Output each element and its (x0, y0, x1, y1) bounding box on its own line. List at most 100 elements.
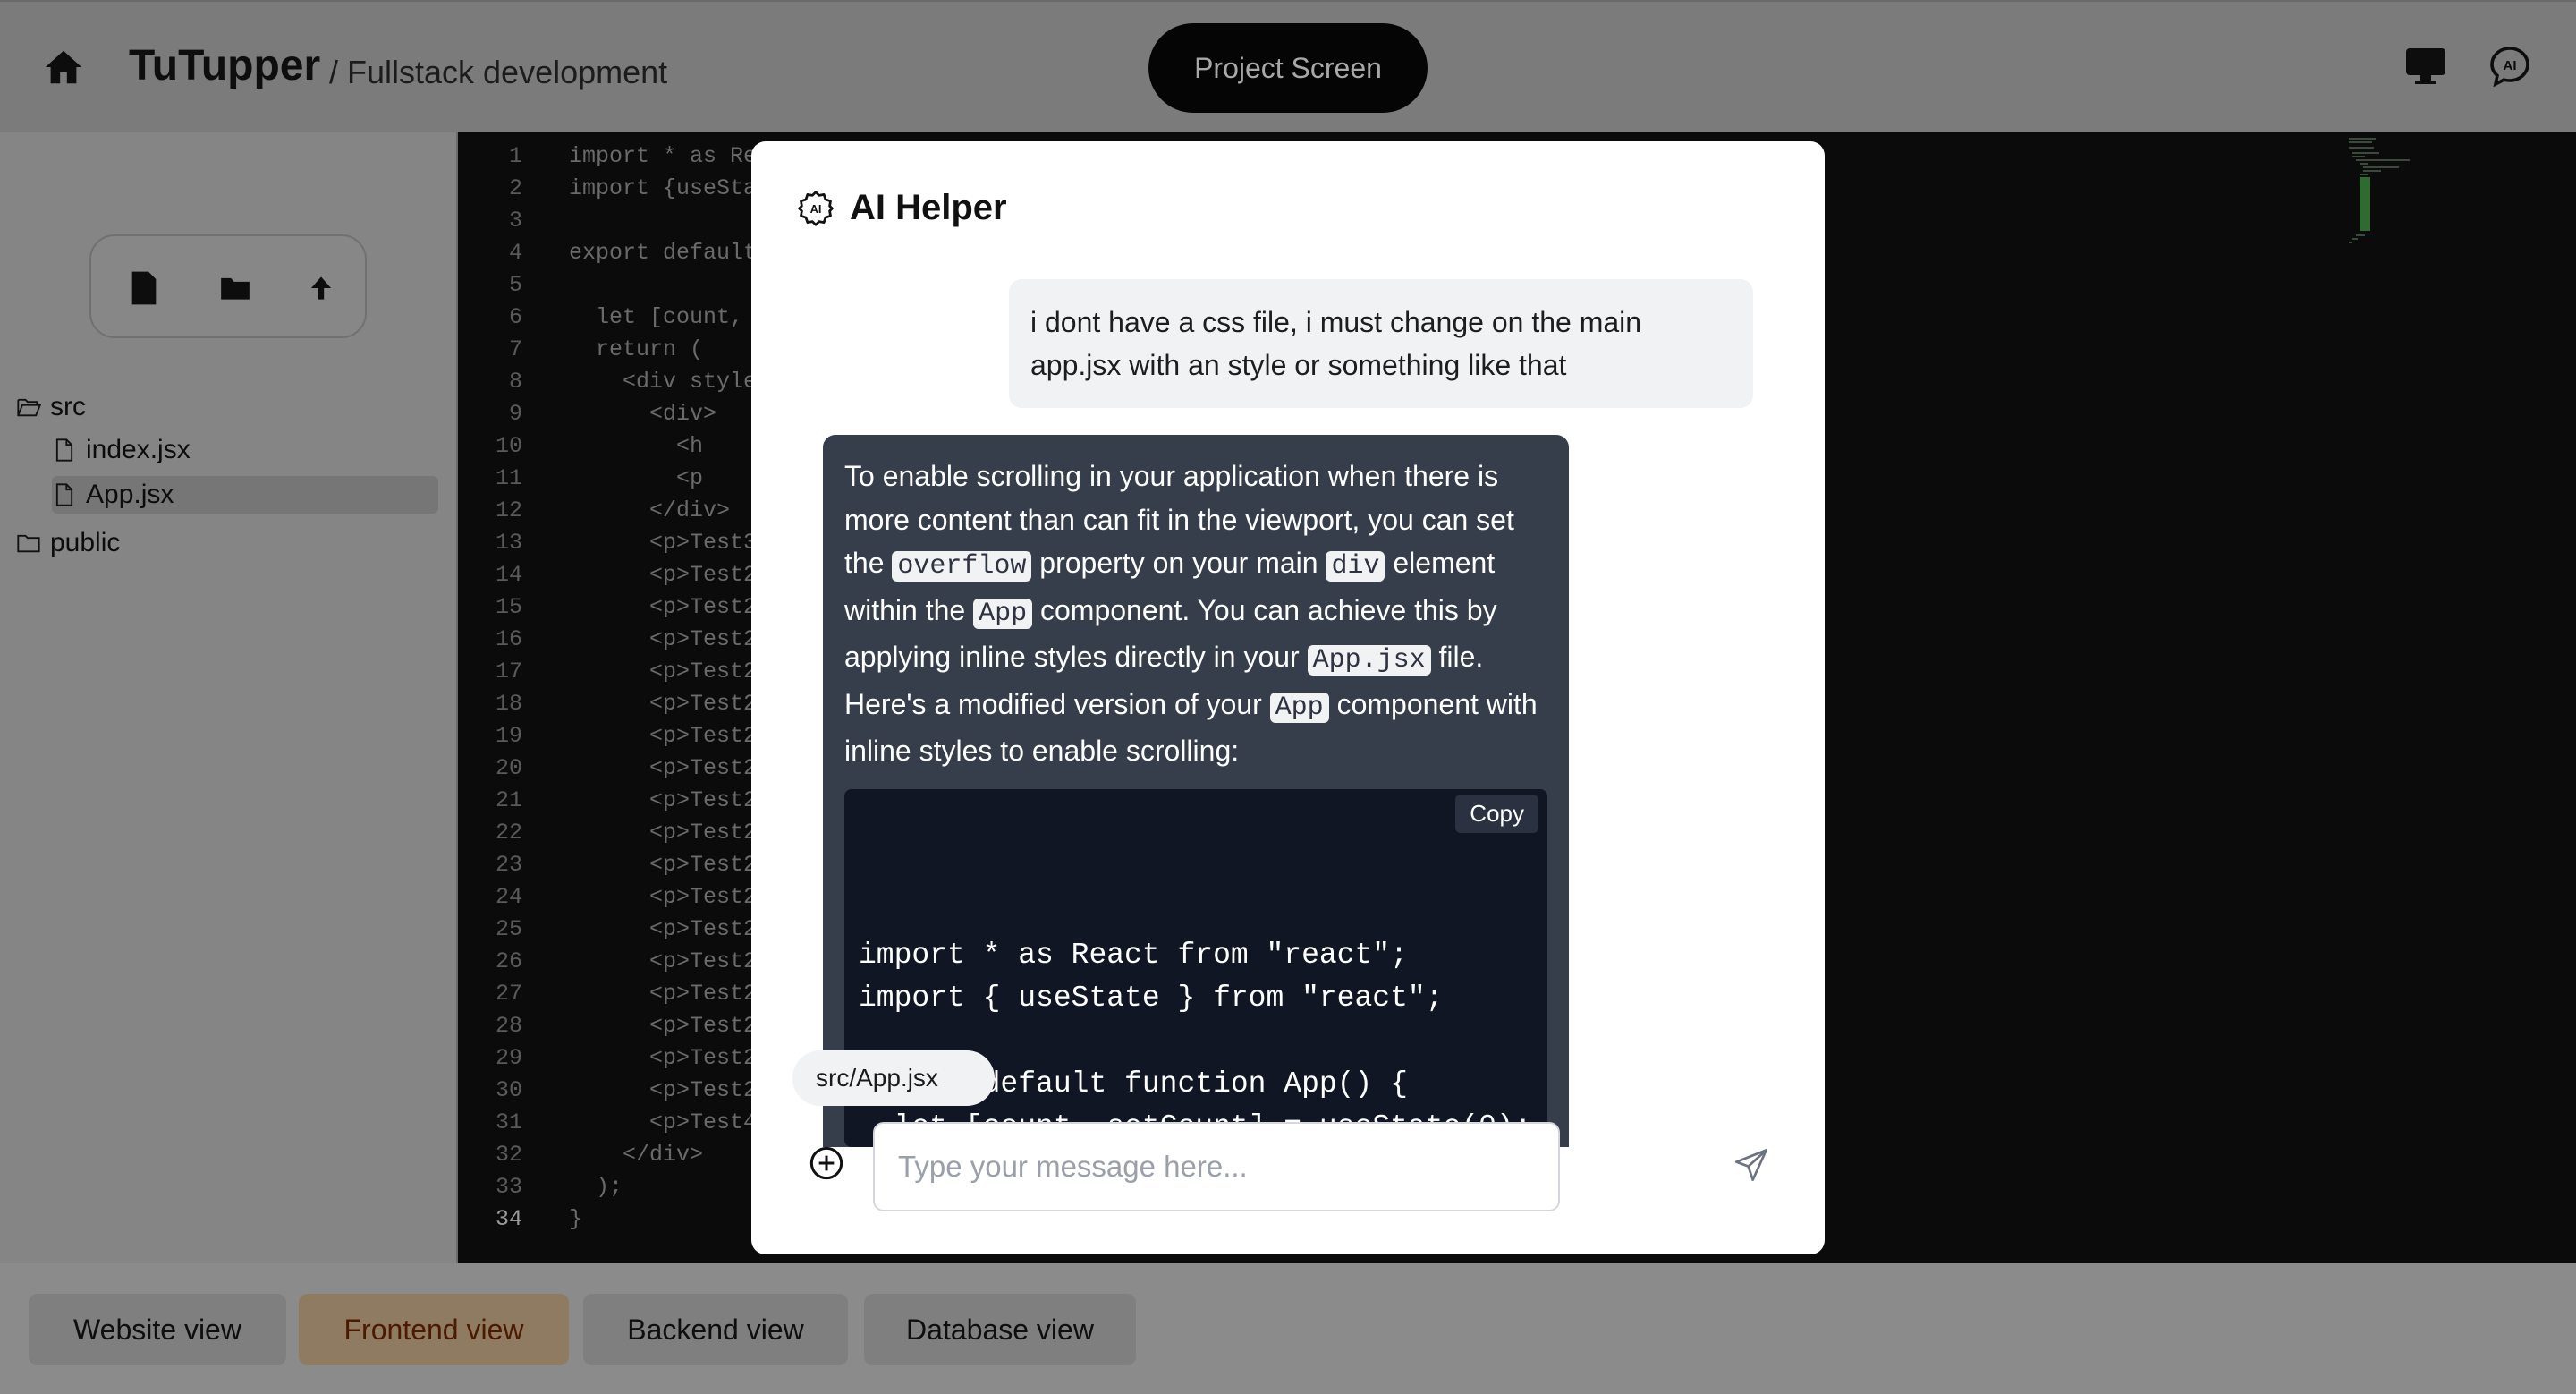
code-line: let [count, (569, 304, 744, 330)
add-attachment-icon[interactable] (809, 1145, 844, 1181)
line-number: 26 (495, 948, 522, 974)
tab-database-view[interactable]: Database view (864, 1294, 1136, 1365)
copy-button[interactable]: Copy (1455, 794, 1538, 833)
code-line: <p>Test2 (569, 1045, 758, 1071)
code-line: <h (569, 433, 704, 459)
code-line: <p>Test2 (569, 755, 758, 781)
line-number: 4 (508, 240, 522, 266)
file-sidebar: src index.jsx App.jsx public (0, 132, 458, 1263)
line-number: 21 (495, 787, 522, 813)
ai-text: property on your main (1039, 547, 1318, 579)
home-icon[interactable] (43, 47, 84, 88)
file-icon (55, 438, 73, 462)
line-number: 16 (495, 626, 522, 652)
send-icon[interactable] (1733, 1147, 1769, 1183)
line-number: 24 (495, 884, 522, 910)
inline-code: App (973, 598, 1033, 629)
code-line: <p>Test2 (569, 884, 758, 910)
line-number: 34 (495, 1206, 522, 1232)
context-file-chip[interactable]: src/App.jsx (792, 1050, 995, 1106)
line-number: 18 (495, 691, 522, 717)
line-number: 23 (495, 852, 522, 878)
tree-label: index.jsx (86, 435, 191, 464)
ai-brain-icon: AI (798, 190, 834, 226)
line-number: 17 (495, 659, 522, 684)
line-number: 12 (495, 497, 522, 523)
file-icon (55, 483, 73, 506)
monitor-icon[interactable] (2404, 47, 2447, 86)
inline-code: overflow (892, 551, 1032, 582)
inline-code: div (1326, 551, 1385, 582)
code-line: <p>Test2 (569, 852, 758, 878)
tab-website-view[interactable]: Website view (29, 1294, 286, 1365)
top-bar: TuTupper / Fullstack development Project… (0, 0, 2576, 132)
code-minimap[interactable] (2345, 136, 2453, 261)
breadcrumb: / Fullstack development (329, 54, 668, 90)
code-line: ); (569, 1174, 623, 1200)
modal-title: AI Helper (850, 188, 1007, 227)
code-line: <p>Test4 (569, 1109, 758, 1135)
line-number: 28 (495, 1013, 522, 1039)
code-line: <p>Test2 (569, 948, 758, 974)
line-number: 14 (495, 562, 522, 588)
line-number: 3 (508, 208, 522, 234)
code-line: <p>Test2 (569, 659, 758, 684)
code-line: import * as Re (569, 143, 758, 169)
ai-helper-modal: AI AI Helper i dont have a css file, i m… (751, 141, 1825, 1254)
tab-frontend-view[interactable]: Frontend view (299, 1294, 569, 1365)
bottom-view-tabs: Website view Frontend view Backend view … (0, 1263, 2576, 1394)
line-number: 9 (508, 401, 522, 427)
tree-label: public (50, 528, 121, 557)
code-line: export default (569, 240, 758, 266)
ai-chat-icon[interactable]: AI (2488, 45, 2531, 88)
line-number: 25 (495, 916, 522, 942)
code-line: </div> (569, 1142, 704, 1168)
new-folder-icon[interactable] (218, 270, 252, 306)
code-line: } (569, 1206, 583, 1232)
code-line: <p>Test2 (569, 820, 758, 846)
line-number: 22 (495, 820, 522, 846)
line-number: 10 (495, 433, 522, 459)
code-line: </div> (569, 497, 731, 523)
line-number: 29 (495, 1045, 522, 1071)
tree-folder-public[interactable]: public (16, 528, 120, 558)
line-number: 30 (495, 1077, 522, 1103)
upload-icon[interactable] (304, 270, 338, 306)
line-number: 6 (508, 304, 522, 330)
code-line: <p>Test3 (569, 530, 758, 556)
line-number: 5 (508, 272, 522, 298)
code-line: <p (569, 465, 704, 491)
line-number: 31 (495, 1109, 522, 1135)
folder-icon (17, 534, 40, 553)
tree-file-index[interactable]: index.jsx (52, 435, 191, 465)
code-line: <p>Test2 (569, 626, 758, 652)
line-number: 27 (495, 981, 522, 1007)
line-number: 13 (495, 530, 522, 556)
file-actions-group (89, 234, 367, 338)
assistant-message: To enable scrolling in your application … (823, 435, 1569, 1147)
inline-code: App (1269, 692, 1329, 723)
message-input[interactable] (873, 1122, 1560, 1211)
project-screen-button[interactable]: Project Screen (1148, 23, 1428, 113)
code-line: <p>Test2 (569, 787, 758, 813)
folder-open-icon (17, 398, 41, 417)
line-number: 2 (508, 175, 522, 201)
brand-title: TuTupper (129, 42, 321, 89)
code-line: <p>Test2 (569, 691, 758, 717)
code-line: <div style (569, 369, 758, 395)
line-number: 11 (495, 465, 522, 491)
code-line: <p>Test2 (569, 723, 758, 749)
inline-code: App.jsx (1307, 645, 1431, 676)
tree-file-app[interactable]: App.jsx (52, 476, 438, 514)
line-number: 7 (508, 336, 522, 362)
code-line: <p>Test2 (569, 594, 758, 620)
tab-backend-view[interactable]: Backend view (583, 1294, 848, 1365)
tree-folder-src[interactable]: src (16, 392, 86, 422)
new-file-icon[interactable] (127, 270, 161, 306)
line-number: 1 (508, 143, 522, 169)
tree-label: src (50, 392, 86, 421)
line-number: 15 (495, 594, 522, 620)
tree-label: App.jsx (86, 480, 174, 509)
code-line: return ( (569, 336, 704, 362)
code-line: <p>Test2 (569, 981, 758, 1007)
